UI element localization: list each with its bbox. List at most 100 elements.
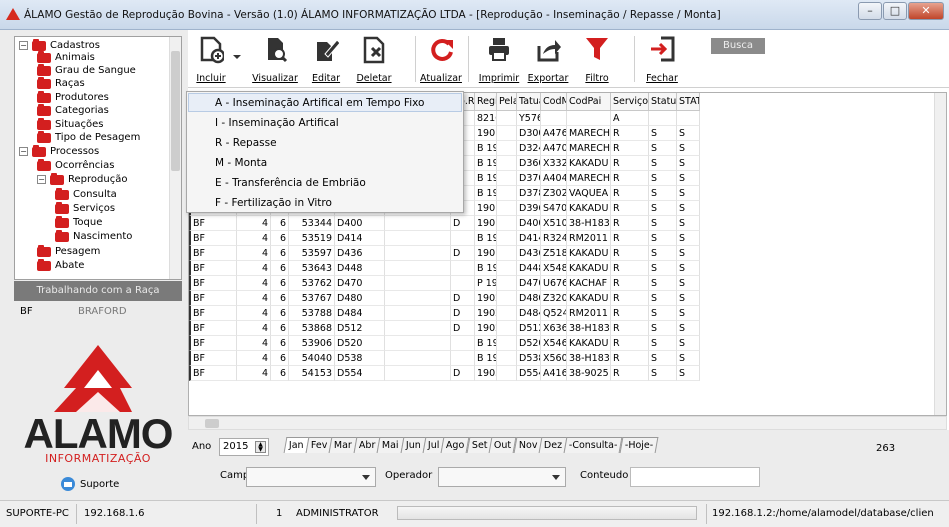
table-cell[interactable]: R [611, 276, 649, 291]
table-cell[interactable]: KAKADU [567, 201, 611, 216]
menu-item[interactable]: F - Fertilização in Vitro [215, 197, 332, 209]
table-cell[interactable] [497, 201, 517, 216]
table-cell[interactable]: 38-9025 [567, 366, 611, 381]
table-cell[interactable]: D554 [517, 366, 541, 381]
column-header[interactable]: CodPai [567, 93, 611, 111]
table-cell[interactable]: KAKADU [567, 261, 611, 276]
table-cell[interactable] [451, 261, 475, 276]
table-cell[interactable]: B 190 [475, 261, 497, 276]
table-cell[interactable]: D [451, 291, 475, 306]
table-cell[interactable]: 53906 [289, 336, 335, 351]
menu-item[interactable]: I - Inseminação Artifical [215, 117, 339, 129]
tree-item[interactable]: Abate [37, 258, 84, 271]
table-cell[interactable]: P 190 [475, 276, 497, 291]
table-cell[interactable] [677, 111, 700, 126]
table-cell[interactable]: 38-H183 [567, 216, 611, 231]
ano-spinner[interactable]: ▲ ▼ [255, 441, 266, 453]
table-cell[interactable]: D512 [335, 321, 385, 336]
table-cell[interactable]: 53788 [289, 306, 335, 321]
table-cell[interactable] [451, 276, 475, 291]
table-cell[interactable]: D480 [335, 291, 385, 306]
table-cell[interactable]: 6 [271, 216, 289, 231]
table-cell[interactable]: D448 [335, 261, 385, 276]
grid-horizontal-scrollbar[interactable] [188, 416, 947, 430]
table-cell[interactable] [649, 111, 677, 126]
table-cell[interactable]: R [611, 321, 649, 336]
table-cell[interactable]: D512 [517, 321, 541, 336]
atualizar-button[interactable]: Atualizar [420, 34, 462, 86]
table-cell[interactable]: D520 [517, 336, 541, 351]
table-cell[interactable]: R [611, 141, 649, 156]
tree-item[interactable]: Consulta [55, 187, 117, 200]
column-header[interactable]: STAT [677, 93, 700, 111]
tree-item[interactable]: Produtores [37, 90, 109, 103]
table-cell[interactable] [497, 171, 517, 186]
table-cell[interactable]: KAKADU [567, 246, 611, 261]
table-cell[interactable] [385, 231, 451, 246]
table-cell[interactable]: D [451, 366, 475, 381]
table-cell[interactable]: BF [189, 231, 237, 246]
expand-toggle-icon[interactable]: − [37, 175, 46, 184]
table-cell[interactable]: X636 [541, 321, 567, 336]
table-cell[interactable]: D470 [517, 276, 541, 291]
table-cell[interactable]: BF [189, 216, 237, 231]
table-cell[interactable]: S [677, 141, 700, 156]
table-cell[interactable] [567, 111, 611, 126]
table-cell[interactable]: 53519 [289, 231, 335, 246]
expand-toggle-icon[interactable]: − [19, 41, 28, 50]
table-cell[interactable]: D436 [517, 246, 541, 261]
tree-item[interactable]: − Processos [19, 144, 99, 157]
table-cell[interactable]: S [649, 186, 677, 201]
column-header[interactable]: Tatua [517, 93, 541, 111]
table-cell[interactable]: S [677, 291, 700, 306]
table-cell[interactable]: D378 [517, 186, 541, 201]
table-cell[interactable]: MARECH [567, 171, 611, 186]
table-cell[interactable]: 54153 [289, 366, 335, 381]
table-cell[interactable] [497, 231, 517, 246]
table-cell[interactable]: 6 [271, 231, 289, 246]
conteudo-input[interactable] [630, 467, 760, 487]
table-cell[interactable]: 19021 [475, 306, 497, 321]
deletar-button[interactable]: Deletar [354, 34, 394, 86]
table-cell[interactable]: 4 [237, 276, 271, 291]
table-cell[interactable]: S [649, 321, 677, 336]
table-cell[interactable]: D300 [517, 126, 541, 141]
table-cell[interactable]: 19021 [475, 291, 497, 306]
table-cell[interactable]: 19016 [475, 216, 497, 231]
table-cell[interactable]: 6 [271, 366, 289, 381]
table-cell[interactable] [497, 351, 517, 366]
table-cell[interactable]: D470 [335, 276, 385, 291]
grid-vertical-scrollbar[interactable] [934, 93, 946, 415]
table-cell[interactable]: 6 [271, 321, 289, 336]
table-cell[interactable]: R [611, 126, 649, 141]
table-cell[interactable]: S [649, 366, 677, 381]
incluir-dropdown-arrow[interactable] [230, 50, 244, 64]
table-cell[interactable]: D400 [517, 216, 541, 231]
table-cell[interactable]: S [677, 201, 700, 216]
tree-item[interactable]: Categorias [37, 103, 109, 116]
table-cell[interactable]: 82167 [475, 111, 497, 126]
table-cell[interactable]: D324 [517, 141, 541, 156]
table-cell[interactable] [497, 306, 517, 321]
imprimir-button[interactable]: Imprimir [478, 34, 520, 86]
table-cell[interactable]: S [677, 306, 700, 321]
table-cell[interactable]: R [611, 171, 649, 186]
editar-button[interactable]: Editar [306, 34, 346, 86]
table-cell[interactable]: S [649, 231, 677, 246]
table-cell[interactable]: S [649, 126, 677, 141]
tree-item[interactable]: Animais [37, 50, 95, 63]
table-cell[interactable] [385, 306, 451, 321]
table-cell[interactable]: BF [189, 261, 237, 276]
table-cell[interactable] [497, 186, 517, 201]
table-cell[interactable]: D396 [517, 201, 541, 216]
table-cell[interactable] [497, 366, 517, 381]
table-cell[interactable]: KAKADU [567, 291, 611, 306]
table-cell[interactable] [497, 156, 517, 171]
table-cell[interactable]: 53868 [289, 321, 335, 336]
table-cell[interactable]: 4 [237, 216, 271, 231]
table-cell[interactable]: S [677, 216, 700, 231]
table-cell[interactable]: D436 [335, 246, 385, 261]
table-cell[interactable]: U676 [541, 276, 567, 291]
table-cell[interactable]: 53767 [289, 291, 335, 306]
table-cell[interactable]: KAKADU [567, 336, 611, 351]
